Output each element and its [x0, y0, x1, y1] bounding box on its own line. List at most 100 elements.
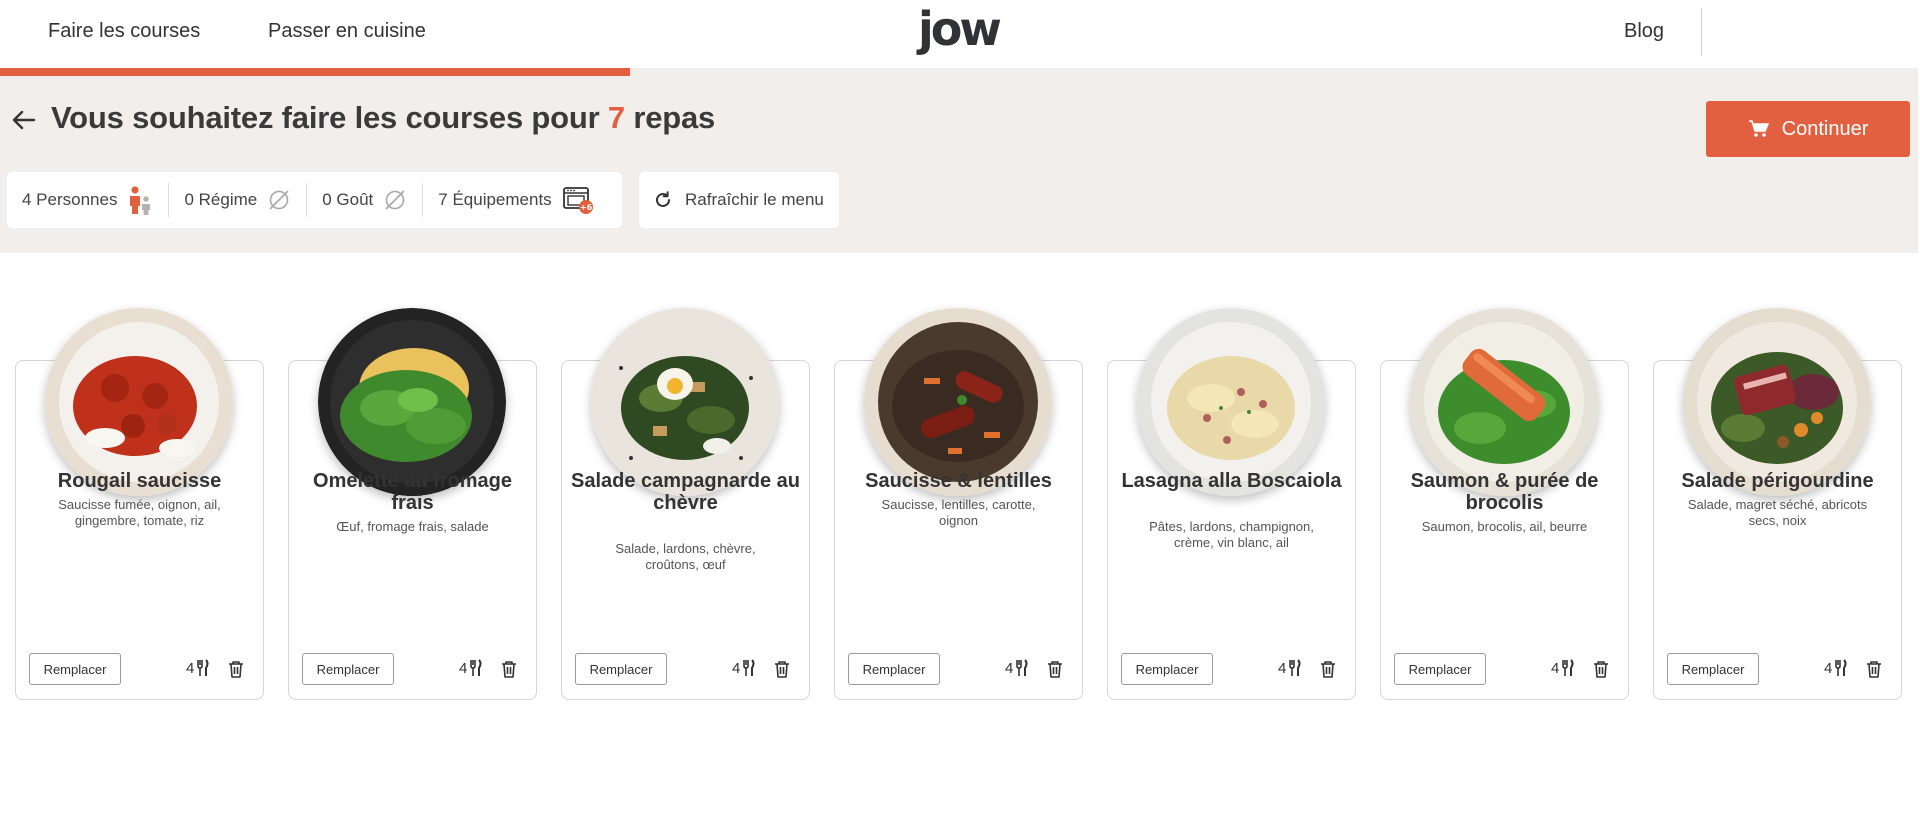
- recipe-title: Lasagna alla Boscaiola: [1121, 470, 1342, 492]
- refresh-label: Rafraîchir le menu: [685, 190, 824, 209]
- card-footer: Remplacer 4: [1380, 653, 1629, 687]
- cart-icon: [1748, 120, 1769, 137]
- servings-value: 4: [732, 659, 741, 677]
- equipment-badge: +6: [580, 203, 593, 212]
- continue-button[interactable]: Continuer: [1706, 101, 1910, 157]
- recipe-ingredients: Pâtes, lardons, champignon, crème, vin b…: [1149, 519, 1314, 550]
- nav-blog[interactable]: Blog: [1624, 20, 1664, 43]
- servings-counter[interactable]: 4: [459, 659, 483, 677]
- no-taste-icon: [385, 190, 405, 210]
- recipe-title: Saumon & purée de brocolis: [1410, 470, 1599, 514]
- recipe-ingredients: Saucisse, lentilles, carotte, oignon: [881, 497, 1036, 528]
- cutlery-icon: [1016, 659, 1028, 676]
- filter-equipment-label: 7 Équipements: [438, 190, 552, 209]
- card-footer: Remplacer 4: [288, 653, 537, 687]
- card-footer: Remplacer 4: [15, 653, 264, 687]
- recipe-title: Salade périgourdine: [1681, 470, 1874, 492]
- refresh-menu-button[interactable]: Rafraîchir le menu: [639, 172, 839, 228]
- servings-value: 4: [1278, 659, 1287, 677]
- recipe-card[interactable]: Omelette au fromage frais Œuf, fromage f…: [288, 305, 537, 700]
- meal-count: 7: [607, 100, 625, 135]
- filter-equipment[interactable]: 7 Équipements +6: [422, 183, 608, 217]
- servings-value: 4: [1005, 659, 1014, 677]
- filter-diet-label: 0 Régime: [184, 190, 258, 209]
- recipe-photo: [864, 308, 1052, 496]
- recipe-ingredients: Salade, lardons, chèvre, croûtons, œuf: [615, 541, 756, 572]
- replace-button[interactable]: Remplacer: [1667, 653, 1759, 685]
- trash-icon[interactable]: [1866, 660, 1882, 678]
- nav-passer-en-cuisine[interactable]: Passer en cuisine: [268, 20, 426, 43]
- menu-header-band: Vous souhaitez faire les courses pour 7 …: [0, 68, 1918, 253]
- cutlery-icon: [470, 659, 482, 676]
- continue-label: Continuer: [1781, 117, 1869, 140]
- top-navigation: Faire les courses Passer en cuisine jow …: [0, 0, 1920, 68]
- filter-persons[interactable]: 4 Personnes: [7, 172, 168, 228]
- jow-logo[interactable]: jow: [918, 2, 1002, 56]
- filter-persons-label: 4 Personnes: [22, 190, 118, 209]
- recipe-list: Rougail saucisse Saucisse fumée, oignon,…: [15, 305, 1905, 705]
- recipe-photo: [45, 308, 233, 496]
- trash-icon[interactable]: [501, 660, 517, 678]
- recipe-title: Rougail saucisse: [57, 470, 222, 492]
- recipe-card[interactable]: Salade campagnarde au chèvre Salade, lar…: [561, 305, 810, 700]
- replace-button[interactable]: Remplacer: [575, 653, 667, 685]
- cutlery-icon: [743, 659, 755, 676]
- filter-taste-label: 0 Goût: [322, 190, 374, 209]
- recipe-title: Salade campagnarde au chèvre: [571, 470, 800, 514]
- trash-icon[interactable]: [228, 660, 244, 678]
- recipe-card[interactable]: Lasagna alla Boscaiola Pâtes, lardons, c…: [1107, 305, 1356, 700]
- recipe-ingredients: Salade, magret séché, abricots secs, noi…: [1687, 497, 1868, 528]
- trash-icon[interactable]: [774, 660, 790, 678]
- trash-icon[interactable]: [1047, 660, 1063, 678]
- servings-counter[interactable]: 4: [1005, 659, 1029, 677]
- filter-taste[interactable]: 0 Goût: [306, 183, 422, 217]
- no-diet-icon: [269, 190, 289, 210]
- filter-diet[interactable]: 0 Régime: [168, 183, 306, 217]
- menu-filters: 4 Personnes 0 Régime 0 Goût 7 Équipement…: [7, 172, 622, 228]
- replace-button[interactable]: Remplacer: [1121, 653, 1213, 685]
- title-prefix: Vous souhaitez faire les courses pour: [51, 100, 600, 135]
- servings-counter[interactable]: 4: [1278, 659, 1302, 677]
- servings-counter[interactable]: 4: [186, 659, 210, 677]
- recipe-ingredients: Saumon, brocolis, ail, beurre: [1421, 519, 1588, 534]
- recipe-card[interactable]: Saucisse & lentilles Saucisse, lentilles…: [834, 305, 1083, 700]
- trash-icon[interactable]: [1593, 660, 1609, 678]
- oven-icon: +6: [562, 187, 593, 214]
- servings-value: 4: [459, 659, 468, 677]
- trash-icon[interactable]: [1320, 660, 1336, 678]
- card-footer: Remplacer 4: [1653, 653, 1902, 687]
- recipe-ingredients: Œuf, fromage frais, salade: [336, 519, 489, 534]
- recipe-photo: [1683, 308, 1871, 496]
- replace-button[interactable]: Remplacer: [29, 653, 121, 685]
- title-suffix: repas: [633, 100, 716, 135]
- replace-button[interactable]: Remplacer: [1394, 653, 1486, 685]
- cutlery-icon: [197, 659, 209, 676]
- recipe-title: Saucisse & lentilles: [865, 470, 1052, 492]
- servings-counter[interactable]: 4: [1824, 659, 1848, 677]
- recipe-card[interactable]: Salade périgourdine Salade, magret séché…: [1653, 305, 1902, 700]
- servings-counter[interactable]: 4: [1551, 659, 1575, 677]
- nav-faire-les-courses[interactable]: Faire les courses: [48, 20, 200, 43]
- back-arrow-icon[interactable]: [10, 106, 38, 134]
- card-footer: Remplacer 4: [1107, 653, 1356, 687]
- page-title: Vous souhaitez faire les courses pour 7 …: [51, 100, 715, 136]
- recipe-photo: [318, 308, 506, 496]
- cutlery-icon: [1835, 659, 1847, 676]
- recipe-photo: [591, 308, 779, 496]
- servings-counter[interactable]: 4: [732, 659, 756, 677]
- recipe-card[interactable]: Rougail saucisse Saucisse fumée, oignon,…: [15, 305, 264, 700]
- recipe-card[interactable]: Saumon & purée de brocolis Saumon, broco…: [1380, 305, 1629, 700]
- cutlery-icon: [1289, 659, 1301, 676]
- servings-value: 4: [1824, 659, 1833, 677]
- cutlery-icon: [1562, 659, 1574, 676]
- nav-divider: [1701, 8, 1702, 56]
- replace-button[interactable]: Remplacer: [848, 653, 940, 685]
- card-footer: Remplacer 4: [834, 653, 1083, 687]
- refresh-icon: [656, 191, 670, 207]
- step-progress-bar: [0, 68, 630, 76]
- replace-button[interactable]: Remplacer: [302, 653, 394, 685]
- servings-value: 4: [1551, 659, 1560, 677]
- servings-value: 4: [186, 659, 195, 677]
- recipe-photo: [1410, 308, 1598, 496]
- recipe-ingredients: Saucisse fumée, oignon, ail, gingembre, …: [58, 497, 221, 528]
